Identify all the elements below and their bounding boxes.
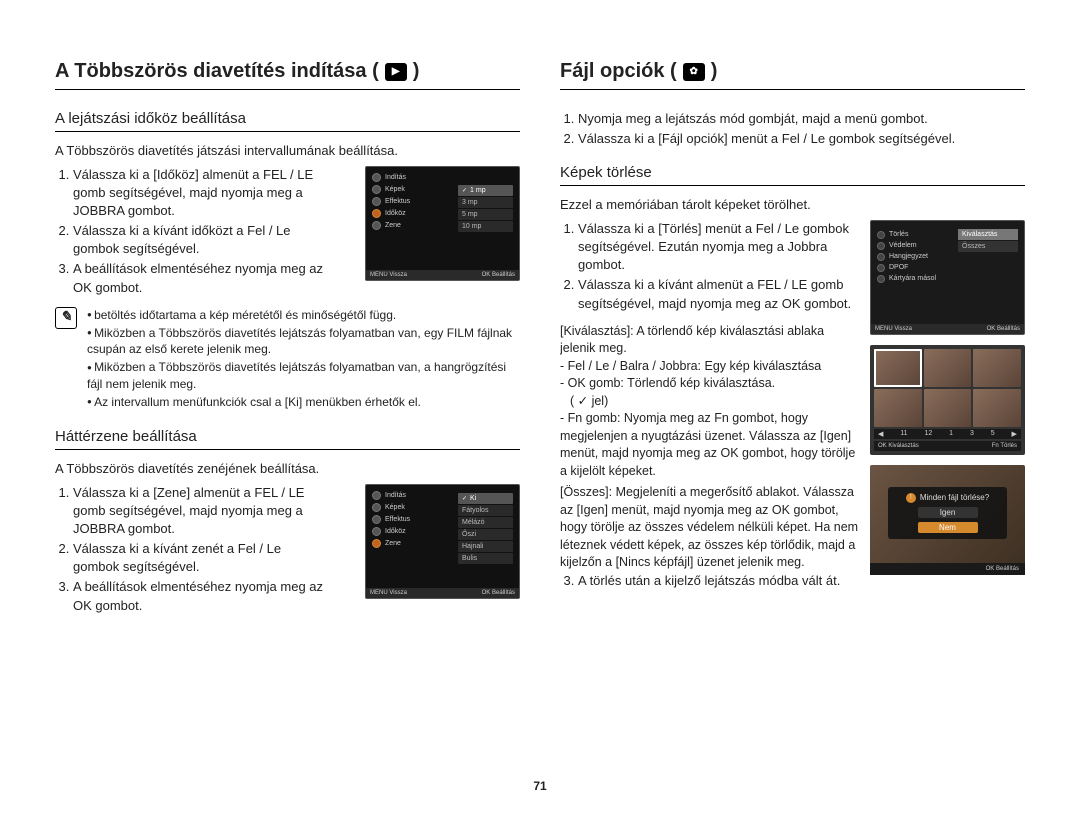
menu-item: Indítás: [385, 174, 406, 181]
list-item: Az intervallum menüfunkciók csal a [Ki] …: [87, 394, 520, 410]
menu-item: Kártyára másol: [889, 275, 936, 282]
camera-screen-music: Indítás Képek Effektus Időköz Zene Ki Fá…: [365, 484, 520, 599]
interval-steps: Válassza ki a [Időköz] almenüt a FEL / L…: [55, 166, 325, 297]
sub-item: 1 mp: [458, 185, 513, 196]
sub-item: Ki: [458, 493, 513, 504]
list-item: Válassza ki a kívánt időközt a Fel / Le …: [73, 222, 325, 258]
note-list: betöltés időtartama a kép méretétől és m…: [87, 307, 520, 412]
menu-item: Hangjegyzet: [889, 253, 928, 260]
camera-screen-delete-menu: Törlés Védelem Hangjegyzet DPOF Kártyára…: [870, 220, 1025, 335]
heading-fileoptions: Fájl opciók ( ✿ ): [560, 60, 1025, 90]
music-block: Indítás Képek Effektus Időköz Zene Ki Fá…: [55, 484, 520, 615]
subheading-delete: Képek törlése: [560, 164, 1025, 186]
menu-item: Zene: [385, 222, 401, 229]
list-item: Nyomja meg a lejátszás mód gombját, majd…: [578, 110, 1025, 128]
list-item: A beállítások elmentéséhez nyomja meg az…: [73, 260, 325, 296]
sub-item: Hajnali: [458, 541, 513, 552]
sub-item: Kiválasztás: [958, 229, 1018, 240]
list-item: Válassza ki a [Időköz] almenüt a FEL / L…: [73, 166, 325, 221]
menu-item: Időköz: [385, 528, 406, 535]
screen-submenu: Ki Fátyolos Mélázó Őszi Hajnali Bulis: [458, 493, 513, 565]
menu-item: Képek: [385, 504, 405, 511]
thumb-grid: [874, 349, 1021, 427]
camera-screen-confirm: ! Minden fájl törlése? Igen Nem OK Beáll…: [870, 465, 1025, 575]
note-box: ✎ betöltés időtartama a kép méretétől és…: [55, 307, 520, 412]
thumbnail: [924, 349, 972, 387]
left-column: A Többszörös diavetítés indítása ( ▶ ) A…: [55, 60, 520, 785]
menu-item: Időköz: [385, 210, 406, 217]
gear-icon: ✿: [683, 63, 705, 81]
term-label: [Összes]: [560, 485, 609, 499]
interval-intro: A Többszörös diavetítés játszási interva…: [55, 142, 520, 160]
music-intro: A Többszörös diavetítés zenéjének beállí…: [55, 460, 520, 478]
right-column: Fájl opciók ( ✿ ) Nyomja meg a lejátszás…: [560, 60, 1025, 785]
note-icon: ✎: [55, 307, 77, 329]
sub-item: 10 mp: [458, 221, 513, 232]
delete-intro: Ezzel a memóriában tárolt képeket törölh…: [560, 196, 1025, 214]
thumbnail: [973, 349, 1021, 387]
confirm-question: Minden fájl törlése?: [920, 493, 989, 502]
camera-screen-thumbnails: ◀ 11 12 1 3 5 ▶ OK Kiválasztás Fn Törlés: [870, 345, 1025, 455]
interval-block: Indítás Képek Effektus Időköz Zene 1 mp …: [55, 166, 520, 297]
menu-item: DPOF: [889, 264, 908, 271]
screen-footer: MENU Vissza OK Beállítás: [366, 588, 519, 598]
thumbnail: [973, 389, 1021, 427]
list-item: betöltés időtartama a kép méretétől és m…: [87, 307, 520, 323]
heading-text: A Többszörös diavetítés indítása (: [55, 60, 379, 83]
fileoptions-intro-steps: Nyomja meg a lejátszás mód gombját, majd…: [560, 110, 1025, 148]
list-item: Miközben a Többszörös diavetítés lejátsz…: [87, 325, 520, 357]
term-label: [Kiválasztás]: [560, 324, 630, 338]
menu-item: Effektus: [385, 198, 410, 205]
screen-footer: MENU Vissza OK Beállítás: [871, 324, 1024, 334]
play-icon: ▶: [385, 63, 407, 81]
menu-item: Zene: [385, 540, 401, 547]
menu-item: Törlés: [889, 231, 908, 238]
sub-item: 3 mp: [458, 197, 513, 208]
sub-item: Őszi: [458, 529, 513, 540]
thumbnail: [874, 389, 922, 427]
heading-suffix: ): [413, 60, 420, 83]
subheading-music: Háttérzene beállítása: [55, 428, 520, 450]
menu-item: Képek: [385, 186, 405, 193]
sub-item: 5 mp: [458, 209, 513, 220]
subheading-interval: A lejátszási időköz beállítása: [55, 110, 520, 132]
heading-slideshow: A Többszörös diavetítés indítása ( ▶ ): [55, 60, 520, 90]
screen-footer: MENU Vissza OK Beállítás: [366, 270, 519, 280]
thumb-nav: ◀ 11 12 1 3 5 ▶: [874, 429, 1021, 439]
menu-item: Indítás: [385, 492, 406, 499]
info-icon: !: [906, 493, 916, 503]
heading-suffix: ): [711, 60, 718, 83]
sub-item: Mélázó: [458, 517, 513, 528]
list-item: Válassza ki a [Zene] almenüt a FEL / LE …: [73, 484, 325, 539]
delete-block: Törlés Védelem Hangjegyzet DPOF Kártyára…: [560, 220, 1025, 600]
sub-item: Összes: [958, 241, 1018, 252]
confirm-footer: OK Beállítás: [870, 563, 1025, 575]
music-steps: Válassza ki a [Zene] almenüt a FEL / LE …: [55, 484, 325, 615]
menu-item: Effektus: [385, 516, 410, 523]
menu-item: Védelem: [889, 242, 917, 249]
list-item: A beállítások elmentéséhez nyomja meg az…: [73, 578, 325, 614]
camera-screen-interval: Indítás Képek Effektus Időköz Zene 1 mp …: [365, 166, 520, 281]
thumbnail: [924, 389, 972, 427]
sub-item: Bulis: [458, 553, 513, 564]
list-item: Miközben a Többszörös diavetítés lejátsz…: [87, 359, 520, 391]
thumb-footer: OK Kiválasztás Fn Törlés: [874, 441, 1021, 451]
confirm-yes: Igen: [918, 507, 978, 518]
page-number: 71: [533, 779, 546, 793]
thumbnail: [874, 349, 922, 387]
confirm-no: Nem: [918, 522, 978, 533]
list-item: Válassza ki a [Fájl opciók] menüt a Fel …: [578, 130, 1025, 148]
screen-submenu: Kiválasztás Összes: [958, 229, 1018, 253]
list-item: Válassza ki a kívánt zenét a Fel / Le go…: [73, 540, 325, 576]
screen-submenu: 1 mp 3 mp 5 mp 10 mp: [458, 185, 513, 233]
heading-text: Fájl opciók (: [560, 60, 677, 83]
sub-item: Fátyolos: [458, 505, 513, 516]
confirm-dialog: ! Minden fájl törlése? Igen Nem: [888, 487, 1007, 539]
right-screens: Törlés Védelem Hangjegyzet DPOF Kártyára…: [870, 220, 1025, 575]
